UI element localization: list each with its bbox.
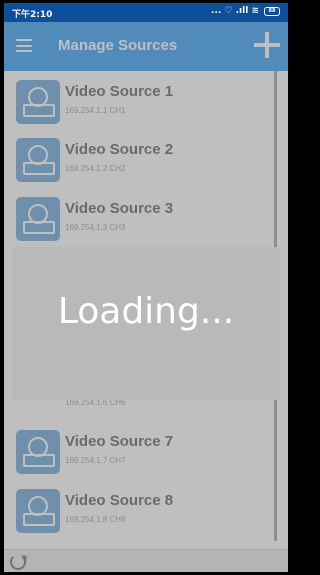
loading-dialog: Loading... bbox=[12, 247, 280, 400]
status-indicator-icons: ... ♡ .ıll ≋ bbox=[211, 6, 259, 16]
status-time: 下午2:10 bbox=[12, 10, 53, 20]
battery-icon: 88 bbox=[264, 6, 280, 16]
phone-screen: 下午2:10 ... ♡ .ıll ≋ 88 Manage Sources Vi… bbox=[4, 3, 288, 572]
status-bar: 下午2:10 ... ♡ .ıll ≋ 88 bbox=[4, 3, 288, 22]
status-icons: ... ♡ .ıll ≋ 88 bbox=[211, 6, 280, 16]
loading-text: Loading... bbox=[57, 291, 235, 332]
